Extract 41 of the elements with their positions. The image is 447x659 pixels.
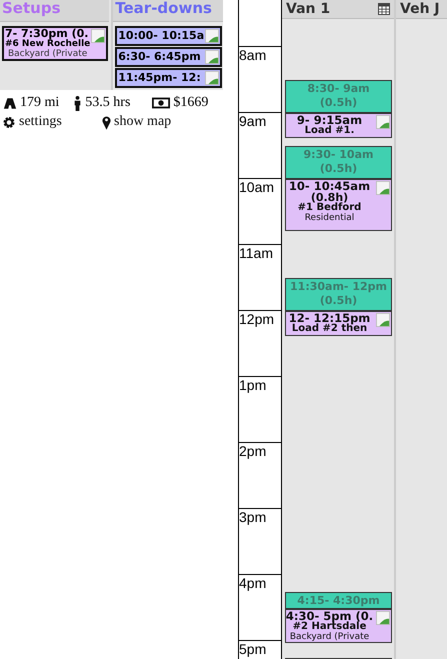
stat-value: 179 mi: [20, 95, 60, 111]
map-pin-icon: [102, 114, 111, 130]
broken-image-icon: [205, 29, 220, 43]
hour-label: 5pm: [239, 641, 281, 659]
broken-image-icon: [91, 29, 106, 43]
column-header: Tear-downs: [113, 0, 224, 22]
hour-label: 12pm: [239, 311, 281, 377]
stat-value: 53.5 hrs: [85, 95, 130, 111]
stat-value: $1669: [173, 95, 208, 111]
gear-icon: [2, 116, 16, 128]
broken-image-icon: [376, 611, 390, 625]
broken-image-icon: [376, 115, 390, 129]
settings-link[interactable]: settings: [2, 114, 102, 130]
hour-label: 1pm: [239, 377, 281, 443]
vehicle-header: Van 1: [286, 1, 330, 17]
show-map-link[interactable]: show map: [102, 114, 172, 130]
broken-image-icon: [376, 313, 390, 327]
teardown-card[interactable]: 10:00- 10:15a: [115, 26, 222, 46]
hour-label: 11am: [239, 245, 281, 311]
person-icon: [73, 96, 82, 110]
vehicle-header: Veh J: [400, 1, 440, 17]
broken-image-icon: [205, 71, 220, 85]
broken-image-icon: [205, 50, 220, 64]
hour-label: 9am: [239, 113, 281, 179]
hour-label: 8am: [239, 47, 281, 113]
job-block[interactable]: 9- 9:15am Load #1.: [285, 113, 392, 138]
setup-card[interactable]: 7- 7:30pm (0. #6 New Rochelle Backyard (Private: [2, 26, 108, 61]
hour-label: 3pm: [239, 509, 281, 575]
job-block[interactable]: 4:30- 5pm (0. #2 Hartsdale Backyard (Private: [285, 609, 392, 643]
hour-label: 4pm: [239, 575, 281, 641]
column-header: Setups: [0, 0, 110, 22]
job-block[interactable]: 10- 10:45am (0.8h) #1 Bedford Residential: [285, 179, 392, 231]
hour-label: 2pm: [239, 443, 281, 509]
teardown-card[interactable]: 6:30- 6:45pm: [115, 47, 222, 67]
broken-image-icon: [376, 181, 390, 195]
teardown-card[interactable]: 11:45pm- 12:: [115, 68, 222, 88]
money-icon: [152, 97, 170, 109]
hour-label: 10am: [239, 179, 281, 245]
job-block[interactable]: 12- 12:15pm Load #2 then: [285, 311, 392, 336]
road-icon: [3, 96, 17, 110]
calendar-icon[interactable]: [378, 3, 390, 15]
